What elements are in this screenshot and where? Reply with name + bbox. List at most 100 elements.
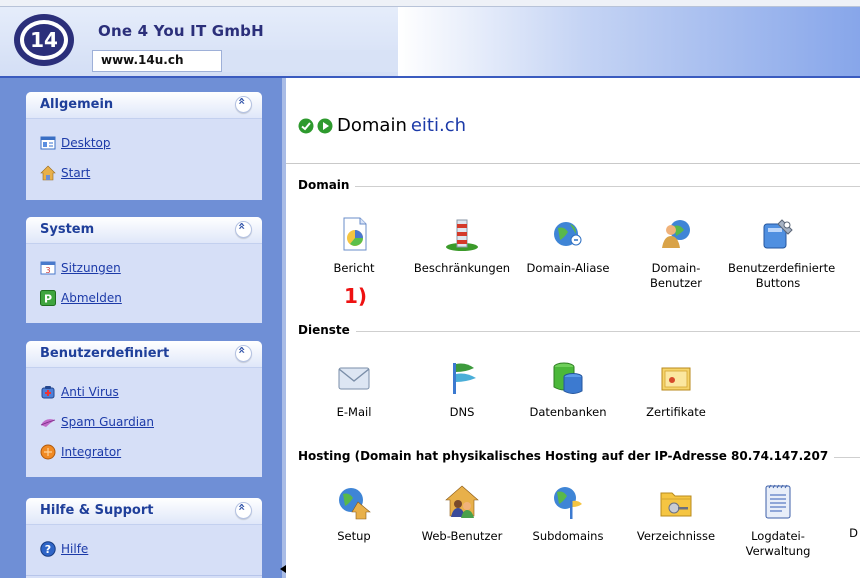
sidebar-item-spam-guardian[interactable]: Spam Guardian — [40, 412, 154, 432]
tool-label: Zertifikate — [646, 405, 706, 419]
home-icon — [40, 165, 56, 181]
domain-alias-icon — [554, 222, 582, 246]
tool-datenbanken[interactable]: Datenbanken — [518, 360, 618, 420]
svg-text:14: 14 — [30, 28, 58, 52]
sidebar-item-abmelden[interactable]: P Abmelden — [40, 288, 122, 308]
company-name: One 4 You IT GmbH — [98, 22, 264, 40]
svg-text:?: ? — [45, 543, 51, 556]
splitter-arrow-icon[interactable] — [280, 565, 286, 573]
sidebar-item-anti-virus[interactable]: Anti Virus — [40, 382, 119, 402]
tool-domain-benutzer[interactable]: Domain-Benutzer — [626, 216, 726, 291]
sidebar-item-label: Sitzungen — [61, 261, 121, 275]
log-management-icon — [765, 484, 791, 519]
sidebar-item-label: Integrator — [61, 445, 122, 459]
collapse-icon[interactable] — [235, 345, 252, 362]
setup-icon — [339, 488, 371, 520]
header: 14 One 4 You IT GmbH www.14u.ch — [0, 0, 860, 78]
tool-subdomains[interactable]: Subdomains — [518, 484, 618, 544]
report-icon — [343, 217, 367, 251]
panel-system: System 3 Sitzungen P Abmelden — [26, 217, 262, 323]
tool-cut-off[interactable]: D — [806, 484, 860, 541]
panel-title: Allgemein — [40, 97, 114, 112]
status-active-icon — [317, 118, 333, 133]
svg-text:P: P — [44, 293, 52, 306]
status-ok-icon — [298, 118, 314, 133]
tool-label: Setup — [337, 529, 371, 543]
section-rule — [298, 186, 860, 187]
tool-label-line-1: Logdatei- — [751, 529, 805, 543]
tool-e-mail[interactable]: E-Mail — [304, 360, 404, 420]
section-title: Dienste — [298, 323, 356, 337]
tool-beschraenkungen[interactable]: Beschränkungen — [412, 216, 512, 276]
tool-label: Domain-Benutzer — [650, 261, 702, 290]
directories-icon — [660, 492, 692, 517]
domain-users-icon — [662, 220, 690, 248]
web-users-icon — [445, 485, 479, 518]
sidebar-item-integrator[interactable]: Integrator — [40, 442, 121, 462]
tool-setup[interactable]: Setup — [304, 484, 404, 544]
sidebar-item-label: Desktop — [61, 136, 111, 150]
tool-verzeichnisse[interactable]: Verzeichnisse — [626, 484, 726, 544]
custom-buttons-icon — [763, 219, 793, 249]
tool-web-benutzer[interactable]: Web-Benutzer — [412, 484, 512, 544]
collapse-icon[interactable] — [235, 221, 252, 238]
tool-label: Domain-Aliase — [526, 261, 610, 275]
tool-label: Subdomains — [532, 529, 604, 543]
section-rule — [298, 331, 860, 332]
tool-benutzerdefinierte-buttons[interactable]: Benutzerdefinierte Buttons — [728, 216, 835, 291]
company-logo[interactable]: 14 — [12, 12, 76, 68]
tool-label: E-Mail — [336, 405, 372, 419]
sidebar-item-sitzungen[interactable]: 3 Sitzungen — [40, 258, 121, 278]
tool-label: Verzeichnisse — [636, 529, 716, 543]
database-icon — [553, 362, 583, 394]
dns-icon — [453, 363, 476, 394]
panel-title: Benutzerdefiniert — [40, 346, 170, 361]
tool-label: Datenbanken — [529, 405, 607, 419]
panel-title: Hilfe & Support — [40, 503, 154, 518]
sidebar-item-start[interactable]: Start — [40, 163, 90, 183]
panel-header[interactable]: Hilfe & Support — [26, 498, 262, 525]
panel-header[interactable]: System — [26, 217, 262, 244]
spam-guardian-icon — [40, 419, 56, 427]
sidebar-item-label: Anti Virus — [61, 385, 119, 399]
cut-off-icon — [815, 484, 851, 520]
certificate-icon — [661, 367, 691, 391]
sidebar-item-hilfe[interactable]: ? Hilfe — [40, 539, 88, 559]
tool-dns[interactable]: DNS — [412, 360, 512, 420]
tool-label-line-2: Verwaltung — [745, 544, 811, 558]
panel-header[interactable]: Benutzerdefiniert — [26, 341, 262, 368]
sidebar-item-desktop[interactable]: Desktop — [40, 133, 111, 153]
tool-label: Web-Benutzer — [421, 529, 503, 543]
section-title: Domain — [298, 178, 356, 192]
sidebar-item-label: Abmelden — [61, 291, 122, 305]
page-title: Domain eiti.ch — [298, 115, 466, 136]
sidebar-item-label: Hilfe — [61, 542, 89, 556]
tool-bericht[interactable]: Bericht — [304, 216, 404, 276]
svg-text:3: 3 — [45, 266, 50, 275]
panel-allgemein: Allgemein Desktop Start — [26, 92, 262, 200]
desktop-icon — [40, 136, 56, 150]
subdomains-icon — [554, 487, 582, 519]
limits-icon — [446, 219, 478, 251]
page-title-domain: eiti.ch — [410, 115, 467, 136]
help-icon: ? — [40, 541, 56, 557]
header-strip — [222, 50, 398, 72]
header-topbar — [0, 0, 860, 7]
sidebar-item-label: Start — [61, 166, 91, 180]
antivirus-icon — [41, 386, 55, 399]
tool-label: Bericht — [333, 261, 375, 275]
collapse-icon[interactable] — [235, 502, 252, 519]
tool-label: D — [849, 526, 858, 540]
tool-domain-aliase[interactable]: Domain-Aliase — [518, 216, 618, 276]
panel-hilfe-support: Hilfe & Support ? Hilfe — [26, 498, 262, 578]
integrator-icon — [40, 444, 56, 460]
annotation-marker: 1) — [344, 284, 368, 308]
collapse-icon[interactable] — [235, 96, 252, 113]
tool-label: DNS — [449, 405, 475, 419]
header-gradient — [398, 0, 860, 78]
company-url-box: www.14u.ch — [92, 50, 222, 72]
panel-header[interactable]: Allgemein — [26, 92, 262, 119]
panel-divider — [26, 575, 262, 576]
company-url: www.14u.ch — [101, 53, 184, 67]
tool-zertifikate[interactable]: Zertifikate — [626, 360, 726, 420]
